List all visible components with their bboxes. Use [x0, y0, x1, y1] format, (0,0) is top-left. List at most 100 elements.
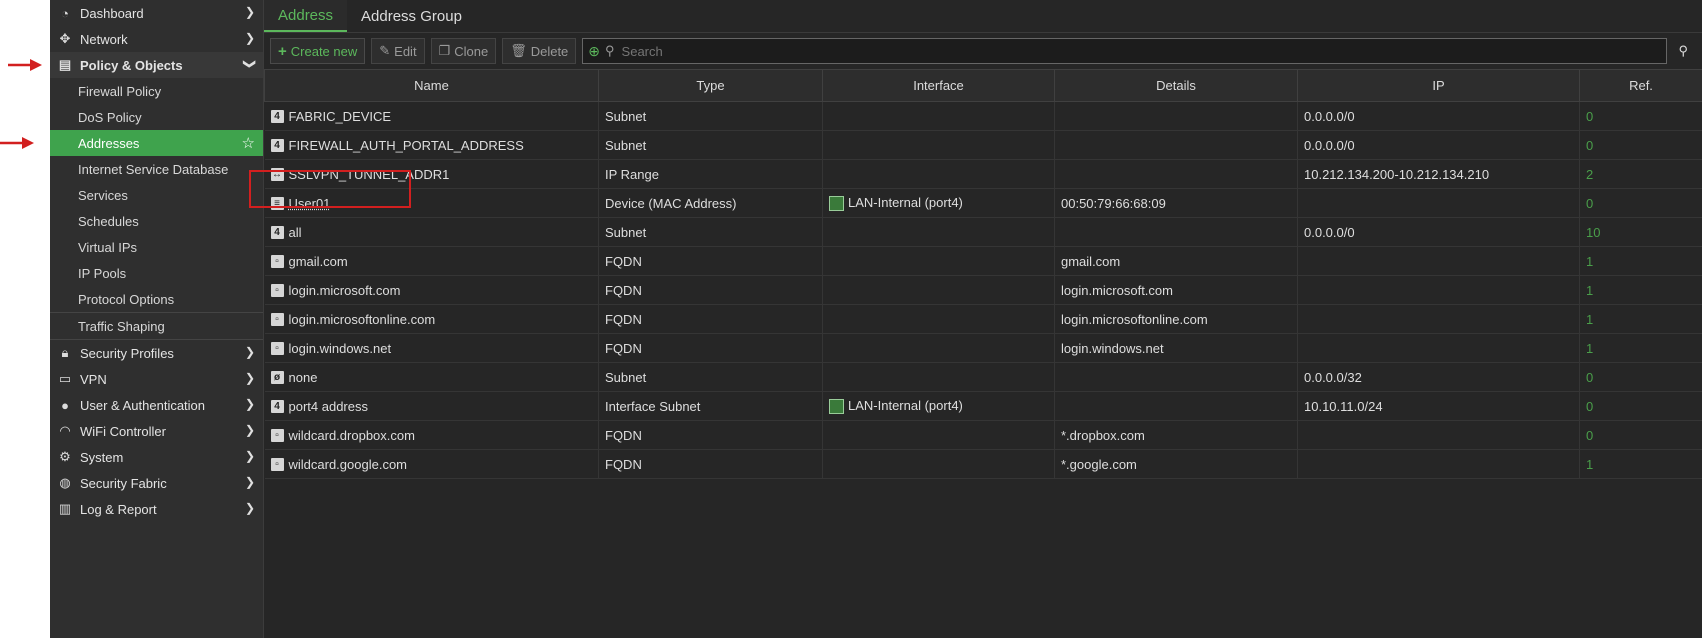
cell-ref[interactable]: 0 — [1580, 392, 1702, 421]
sidebar-item-schedules[interactable]: Schedules — [50, 208, 263, 234]
button-label: Edit — [394, 44, 416, 59]
column-header-ref[interactable]: Ref. — [1580, 70, 1702, 102]
table-row[interactable]: ▫ wildcard.google.com FQDN *.google.com … — [265, 450, 1702, 479]
sidebar-item-vpn[interactable]: ▭ VPN ❯ — [50, 366, 263, 392]
chevron-right-icon: ❯ — [245, 449, 255, 463]
sidebar-item-virtual-ips[interactable]: Virtual IPs — [50, 234, 263, 260]
cell-ref[interactable]: 0 — [1580, 131, 1702, 160]
table-row[interactable]: ø none Subnet 0.0.0.0/32 0 — [265, 363, 1702, 392]
interface-icon — [829, 399, 844, 414]
search-box: ⊕ ⚲ — [582, 38, 1667, 64]
address-name: FIREWALL_AUTH_PORTAL_ADDRESS — [289, 138, 524, 153]
table-row[interactable]: ≡ User01 Device (MAC Address) LAN-Intern… — [265, 189, 1702, 218]
sidebar-item-label: User & Authentication — [80, 398, 205, 413]
sidebar-item-firewall-policy[interactable]: Firewall Policy — [50, 78, 263, 104]
table-header-row: Name Type Interface Details IP Ref. — [265, 70, 1702, 102]
sidebar-item-internet-service-database[interactable]: Internet Service Database — [50, 156, 263, 182]
cell-ref[interactable]: 1 — [1580, 305, 1702, 334]
sidebar-item-wifi-controller[interactable]: ◠ WiFi Controller ❯ — [50, 418, 263, 444]
delete-button[interactable]: 🗑︎ Delete — [502, 38, 576, 64]
cell-details — [1055, 392, 1298, 421]
annotation-arrow-addresses — [0, 137, 34, 149]
sidebar-item-protocol-options[interactable]: Protocol Options — [50, 286, 263, 313]
address-name: wildcard.google.com — [289, 457, 408, 472]
create-new-button[interactable]: + Create new — [270, 38, 365, 64]
cell-ref[interactable]: 0 — [1580, 189, 1702, 218]
mac-address-icon: ≡ — [271, 197, 284, 210]
cell-ip: 10.212.134.200-10.212.134.210 — [1298, 160, 1580, 189]
table-row[interactable]: ▫ login.windows.net FQDN login.windows.n… — [265, 334, 1702, 363]
table-row[interactable]: ▫ login.microsoftonline.com FQDN login.m… — [265, 305, 1702, 334]
chevron-right-icon: ❯ — [245, 423, 255, 437]
cell-interface: LAN-Internal (port4) — [823, 189, 1055, 218]
sidebar-item-security-profiles[interactable]: 🔒︎ Security Profiles ❯ — [50, 340, 263, 366]
sidebar-item-addresses[interactable]: Addresses ☆ — [50, 130, 263, 156]
clone-button[interactable]: ❐ Clone — [431, 38, 497, 64]
sidebar-item-security-fabric[interactable]: ◍ Security Fabric ❯ — [50, 470, 263, 496]
sidebar-item-services[interactable]: Services — [50, 182, 263, 208]
subnet-icon: 4 — [271, 139, 284, 152]
cell-type: Subnet — [599, 218, 823, 247]
column-header-ip[interactable]: IP — [1298, 70, 1580, 102]
column-header-name[interactable]: Name — [265, 70, 599, 102]
cell-name: 4 FIREWALL_AUTH_PORTAL_ADDRESS — [265, 131, 599, 160]
cell-details — [1055, 160, 1298, 189]
cell-ref[interactable]: 1 — [1580, 450, 1702, 479]
sidebar-item-user-authentication[interactable]: ● User & Authentication ❯ — [50, 392, 263, 418]
sidebar-item-dos-policy[interactable]: DoS Policy — [50, 104, 263, 130]
cell-ref[interactable]: 1 — [1580, 276, 1702, 305]
cell-type: Device (MAC Address) — [599, 189, 823, 218]
table-row[interactable]: 4 all Subnet 0.0.0.0/0 10 — [265, 218, 1702, 247]
table-row[interactable]: 4 port4 address Interface Subnet LAN-Int… — [265, 392, 1702, 421]
cell-name: ▫ wildcard.google.com — [265, 450, 599, 479]
column-header-type[interactable]: Type — [599, 70, 823, 102]
sidebar-item-ip-pools[interactable]: IP Pools — [50, 260, 263, 286]
cell-type: Subnet — [599, 131, 823, 160]
table-row[interactable]: ▫ login.microsoft.com FQDN login.microso… — [265, 276, 1702, 305]
cell-interface: LAN-Internal (port4) — [823, 392, 1055, 421]
cell-ref[interactable]: 0 — [1580, 102, 1702, 131]
sidebar-item-dashboard[interactable]: ◔ Dashboard ❯ — [50, 0, 263, 26]
cell-ref[interactable]: 1 — [1580, 247, 1702, 276]
sidebar-item-network[interactable]: ✥ Network ❯ — [50, 26, 263, 52]
subnet-icon: 4 — [271, 226, 284, 239]
fqdn-icon: ▫ — [271, 313, 284, 326]
cell-ref[interactable]: 2 — [1580, 160, 1702, 189]
interface-label: LAN-Internal (port4) — [848, 398, 963, 413]
gear-icon: ⚙ — [58, 450, 72, 464]
sidebar-item-label: Log & Report — [80, 502, 157, 517]
main-content: Address Address Group + Create new ✎ Edi… — [264, 0, 1702, 638]
sidebar-item-label: Internet Service Database — [78, 162, 228, 177]
tab-address-group[interactable]: Address Group — [347, 0, 476, 32]
toolbar: + Create new ✎ Edit ❐ Clone 🗑︎ Delete ⊕ … — [264, 33, 1702, 69]
sidebar-item-log-report[interactable]: ▥ Log & Report ❯ — [50, 496, 263, 522]
star-icon[interactable]: ☆ — [242, 134, 255, 152]
column-header-details[interactable]: Details — [1055, 70, 1298, 102]
sidebar-item-policy-objects[interactable]: ▤ Policy & Objects ❯ — [50, 52, 263, 78]
column-header-interface[interactable]: Interface — [823, 70, 1055, 102]
table-row[interactable]: ↔ SSLVPN_TUNNEL_ADDR1 IP Range 10.212.13… — [265, 160, 1702, 189]
cell-interface — [823, 421, 1055, 450]
cell-ref[interactable]: 1 — [1580, 334, 1702, 363]
edit-button[interactable]: ✎ Edit — [371, 38, 424, 64]
search-submit-icon[interactable]: ⚲ — [1673, 39, 1693, 63]
cell-details: login.microsoftonline.com — [1055, 305, 1298, 334]
table-row[interactable]: 4 FABRIC_DEVICE Subnet 0.0.0.0/0 0 — [265, 102, 1702, 131]
add-filter-icon[interactable]: ⊕ — [588, 43, 600, 60]
table-row[interactable]: ▫ gmail.com FQDN gmail.com 1 — [265, 247, 1702, 276]
table-row[interactable]: 4 FIREWALL_AUTH_PORTAL_ADDRESS Subnet 0.… — [265, 131, 1702, 160]
table-row[interactable]: ▫ wildcard.dropbox.com FQDN *.dropbox.co… — [265, 421, 1702, 450]
search-icon: ⚲ — [605, 43, 615, 59]
fabric-icon: ◍ — [58, 476, 72, 490]
sidebar-item-traffic-shaping[interactable]: Traffic Shaping — [50, 313, 263, 340]
cell-type: FQDN — [599, 305, 823, 334]
cell-name: ▫ gmail.com — [265, 247, 599, 276]
trash-icon: 🗑︎ — [510, 43, 527, 59]
pencil-icon: ✎ — [379, 43, 390, 59]
search-input[interactable] — [620, 43, 1524, 60]
cell-ref[interactable]: 0 — [1580, 363, 1702, 392]
tab-address[interactable]: Address — [264, 0, 347, 32]
cell-ref[interactable]: 0 — [1580, 421, 1702, 450]
cell-ref[interactable]: 10 — [1580, 218, 1702, 247]
sidebar-item-system[interactable]: ⚙ System ❯ — [50, 444, 263, 470]
